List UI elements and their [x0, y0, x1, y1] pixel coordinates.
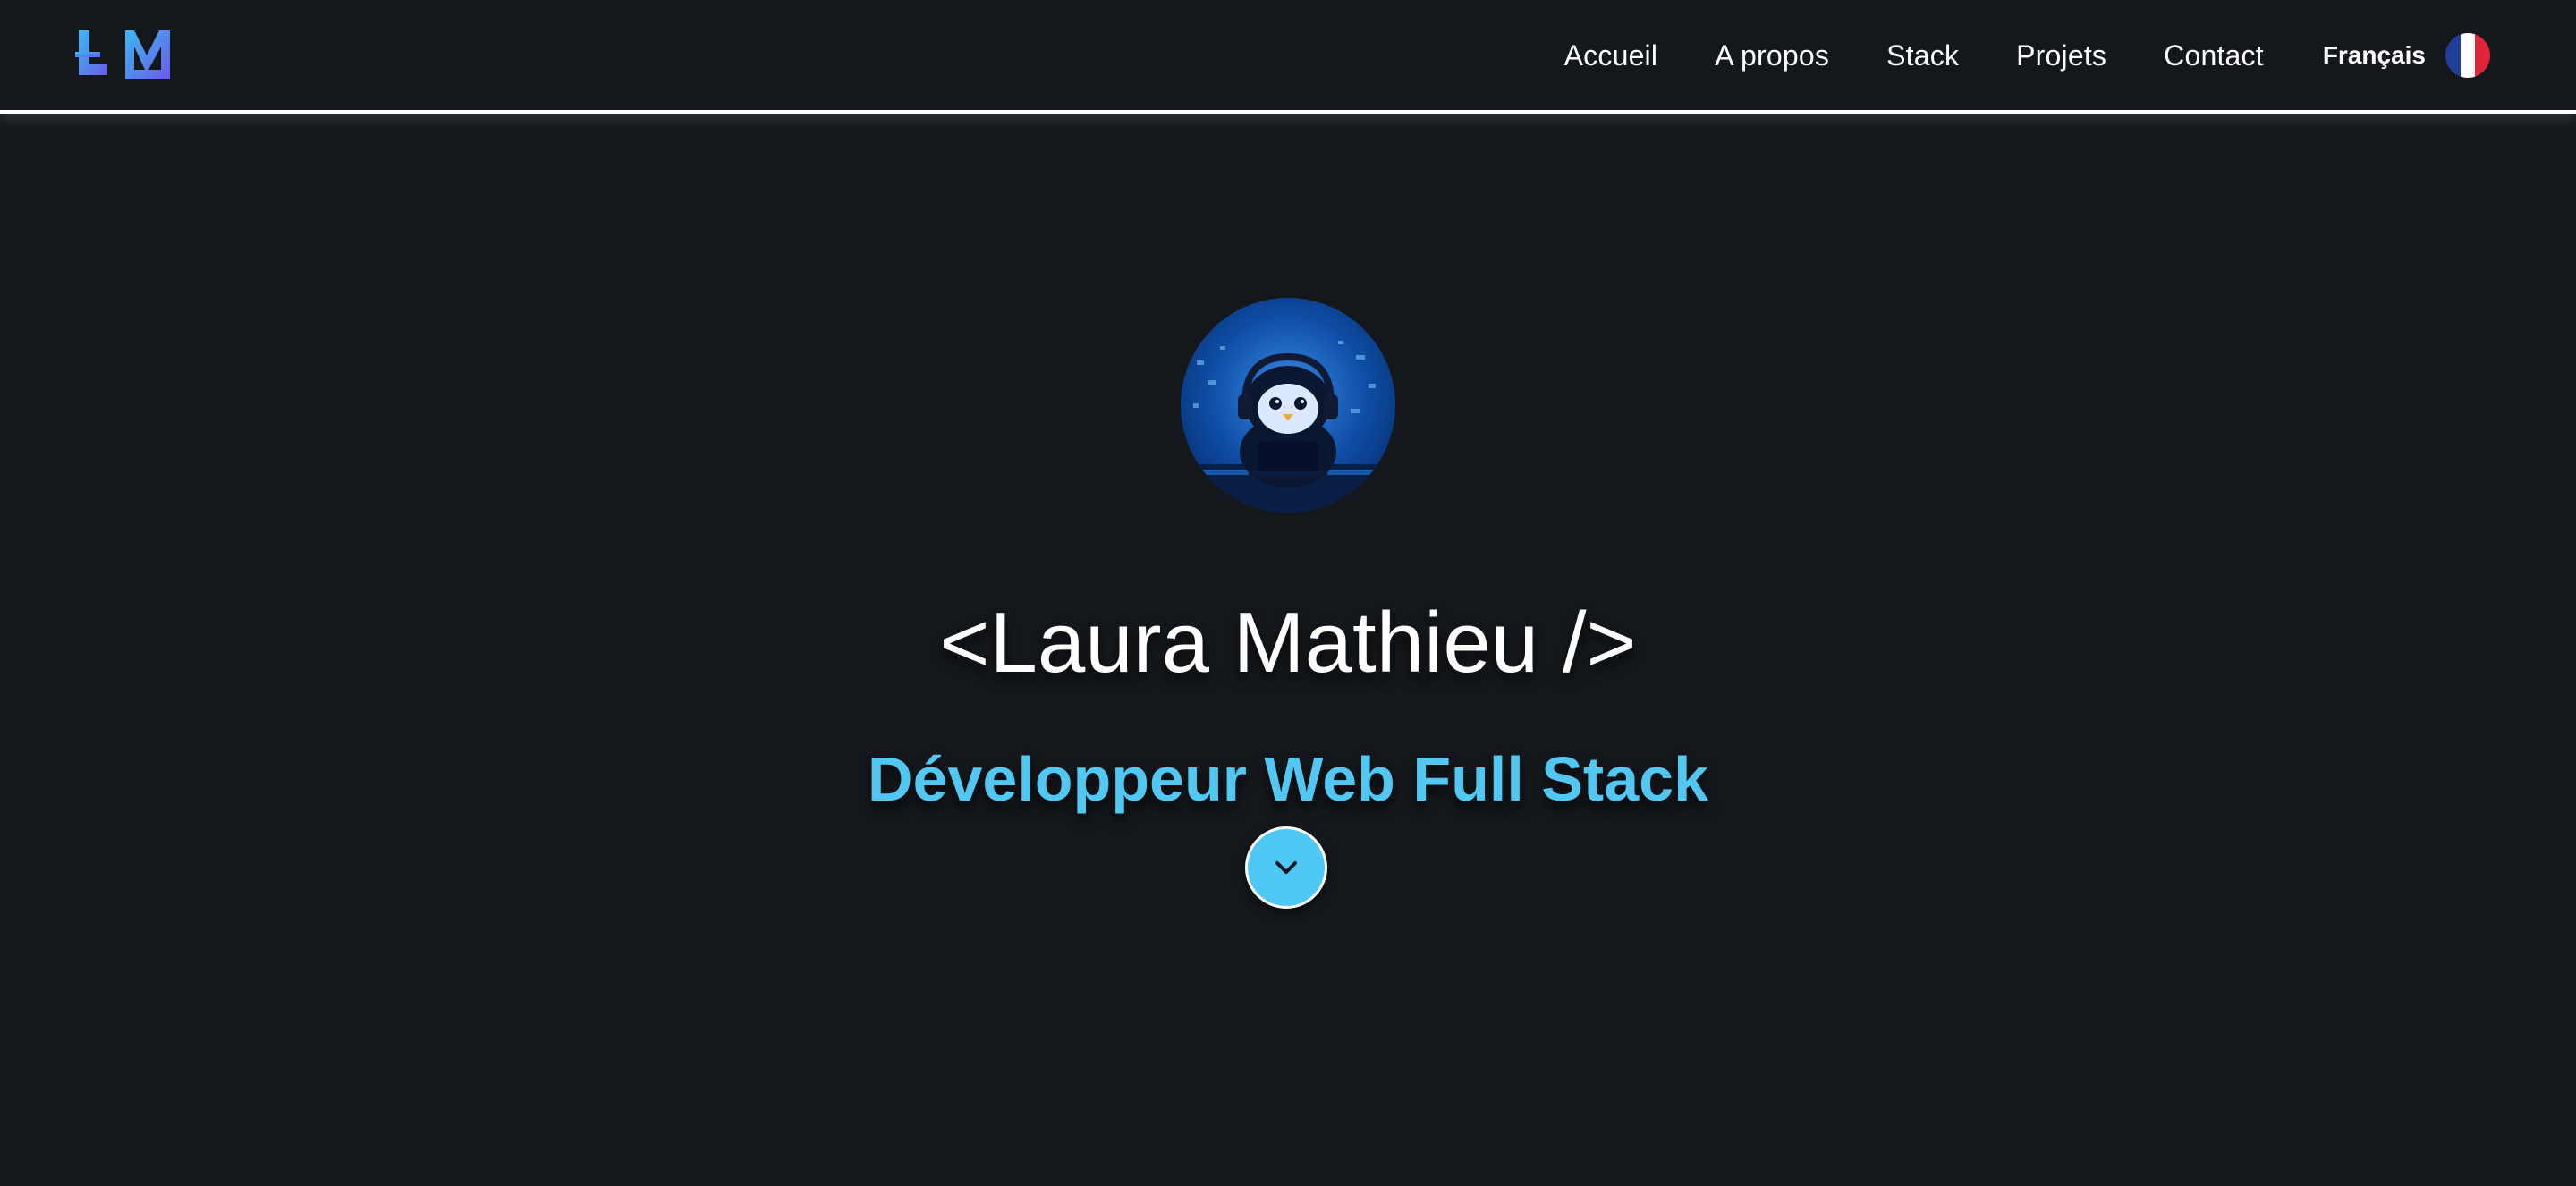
- site-logo[interactable]: [75, 29, 175, 80]
- chevron-down-icon: [1275, 861, 1297, 874]
- language-switcher[interactable]: Français: [2323, 33, 2490, 78]
- hero-name: <Laura Mathieu />: [939, 595, 1637, 690]
- nav-link-stack[interactable]: Stack: [1886, 39, 1959, 72]
- france-flag-icon: [2445, 33, 2490, 78]
- nav-link-a-propos[interactable]: A propos: [1715, 39, 1829, 72]
- language-label: Français: [2322, 41, 2426, 69]
- penguin-with-headphones-avatar: [1181, 298, 1395, 513]
- hero-role: Développeur Web Full Stack: [867, 744, 1709, 814]
- logo-lm-icon: [75, 30, 170, 79]
- main-nav: Accueil A propos Stack Projets Contact F…: [1507, 0, 2490, 111]
- nav-link-contact[interactable]: Contact: [2164, 39, 2264, 72]
- nav-link-accueil[interactable]: Accueil: [1564, 39, 1658, 72]
- nav-link-projets[interactable]: Projets: [2016, 39, 2106, 72]
- scroll-down-button[interactable]: [1245, 826, 1327, 909]
- navbar: Accueil A propos Stack Projets Contact F…: [0, 0, 2576, 114]
- profile-avatar: [1181, 298, 1395, 513]
